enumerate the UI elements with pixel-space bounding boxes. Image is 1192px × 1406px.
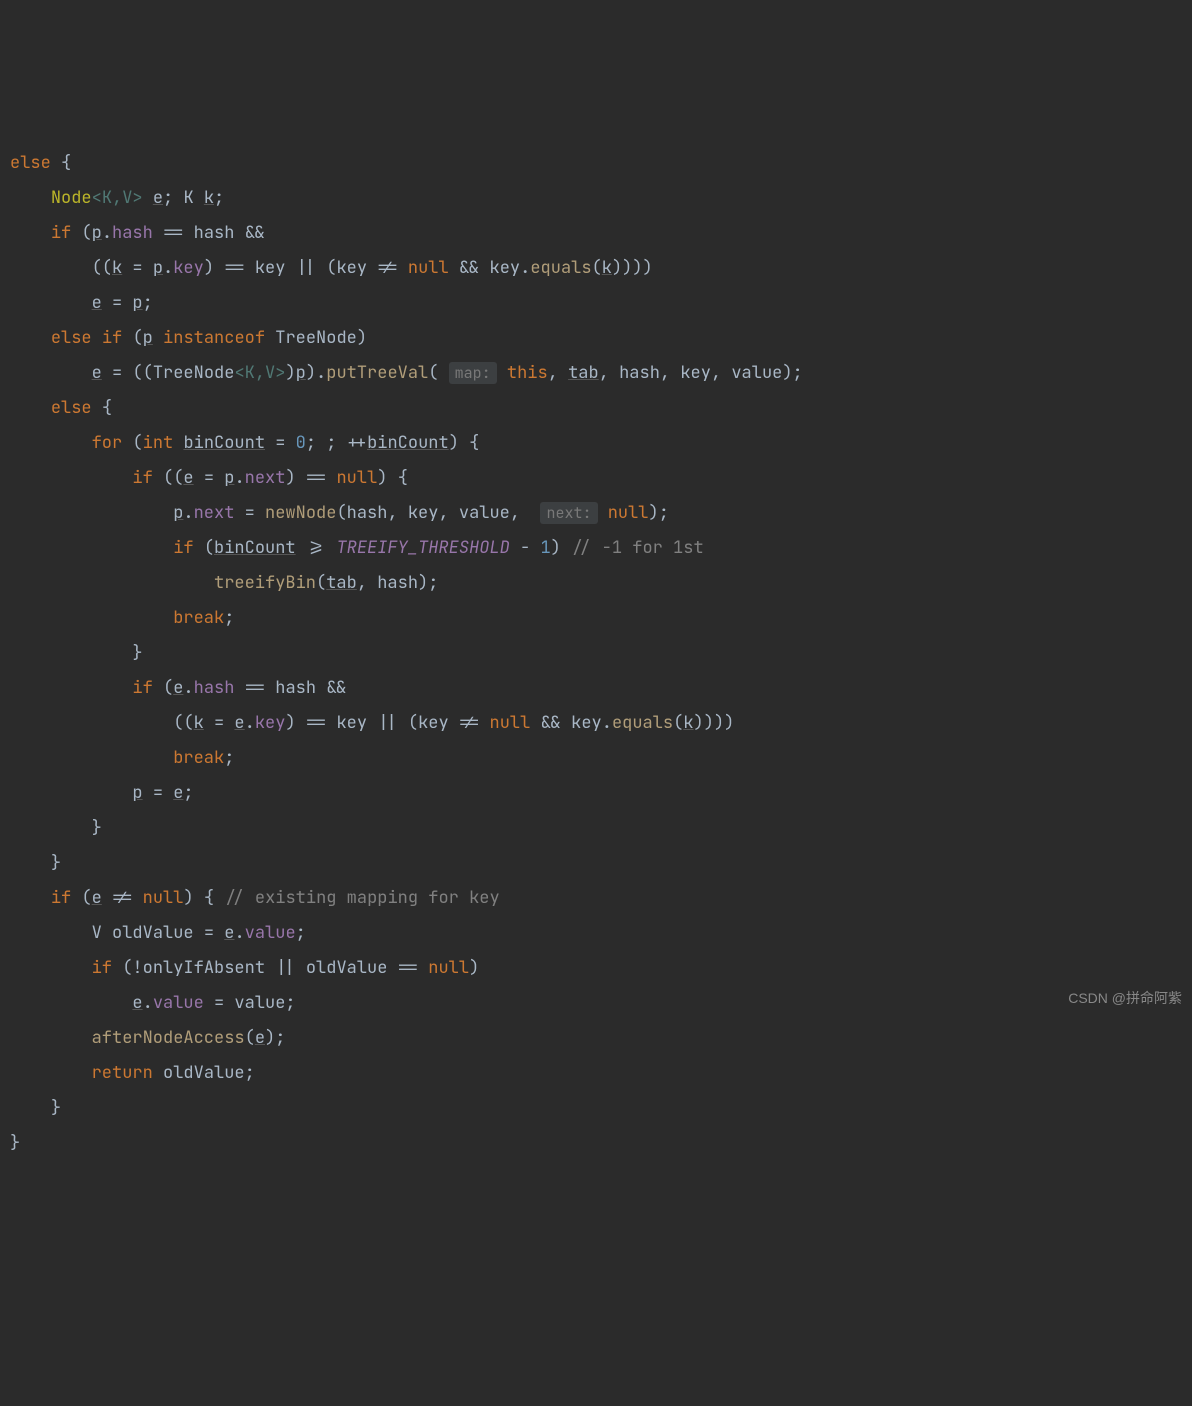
code-line: } (10, 642, 143, 664)
code-line: else { (10, 397, 112, 419)
code-line: if (p.hash == hash && (10, 222, 265, 244)
code-line: } (10, 1132, 20, 1154)
code-line: } (10, 852, 61, 874)
code-line: } (10, 1097, 61, 1119)
code-line: } (10, 817, 102, 839)
code-line: for (int binCount = 0; ; ++binCount) { (10, 432, 479, 454)
code-line: ((k = p.key) == key || (key != null && k… (10, 257, 653, 279)
code-line: break; (10, 747, 234, 769)
param-hint: next: (540, 502, 597, 524)
code-line: ((k = e.key) == key || (key != null && k… (10, 712, 734, 734)
code-line: break; (10, 607, 234, 629)
watermark: CSDN @拼命阿紫 (1068, 991, 1182, 1005)
code-line: if (e.hash == hash && (10, 677, 347, 699)
code-line: V oldValue = e.value; (10, 922, 306, 944)
code-line: Node<K,V> e; K k; (10, 187, 224, 209)
code-line: return oldValue; (10, 1062, 255, 1084)
code-line: afterNodeAccess(e); (10, 1027, 285, 1049)
code-line: p.next = newNode(hash, key, value, next:… (10, 502, 669, 524)
code-editor[interactable]: else { Node<K,V> e; K k; if (p.hash == h… (10, 146, 1182, 1161)
code-line: e.value = value; (10, 992, 296, 1014)
param-hint: map: (449, 362, 497, 384)
code-line: e = p; (10, 292, 153, 314)
code-line: if ((e = p.next) == null) { (10, 467, 408, 489)
code-line: treeifyBin(tab, hash); (10, 572, 438, 594)
code-line: if (binCount >= TREEIFY_THRESHOLD - 1) /… (10, 537, 704, 559)
code-line: p = e; (10, 782, 194, 804)
code-line: else if (p instanceof TreeNode) (10, 327, 367, 349)
keyword-else: else (10, 152, 51, 174)
code-line: if (!onlyIfAbsent || oldValue == null) (10, 957, 479, 979)
code-line: else { (10, 152, 71, 174)
code-line: e = ((TreeNode<K,V>)p).putTreeVal( map: … (10, 362, 803, 384)
code-line: if (e != null) { // existing mapping for… (10, 887, 500, 909)
